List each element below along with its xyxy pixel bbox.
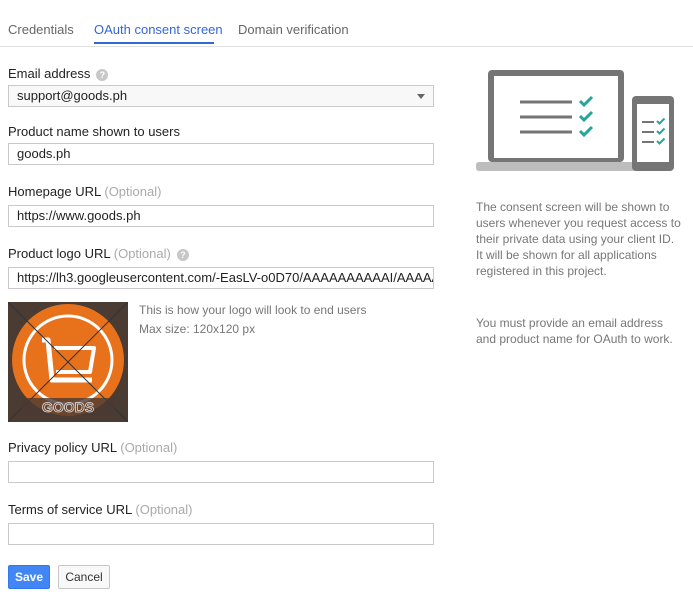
- logo-preview: GOODS: [8, 302, 128, 422]
- homepage-optional: (Optional): [104, 184, 162, 199]
- help-icon[interactable]: ?: [176, 248, 189, 261]
- homepage-url-input[interactable]: https://www.goods.ph: [8, 205, 434, 227]
- laptop-icon: [476, 70, 636, 171]
- terms-url-input[interactable]: [8, 523, 434, 545]
- logo-url-label: Product logo URL (Optional)?: [8, 246, 189, 261]
- product-name-value: goods.ph: [17, 146, 71, 161]
- email-label-text: Email address: [8, 66, 91, 81]
- privacy-optional: (Optional): [120, 440, 178, 455]
- privacy-url-input[interactable]: [8, 461, 434, 483]
- terms-label-text: Terms of service URL: [8, 502, 132, 517]
- product-name-label: Product name shown to users: [8, 124, 180, 139]
- privacy-label-text: Privacy policy URL: [8, 440, 117, 455]
- consent-illustration: [476, 70, 674, 171]
- homepage-url-value: https://www.goods.ph: [17, 208, 141, 223]
- active-tab-indicator: [94, 42, 214, 44]
- tab-domain-verification[interactable]: Domain verification: [238, 22, 349, 37]
- logo-max-size: Max size: 120x120 px: [139, 322, 256, 336]
- product-name-input[interactable]: goods.ph: [8, 143, 434, 165]
- homepage-label: Homepage URL (Optional): [8, 184, 161, 199]
- tab-credentials[interactable]: Credentials: [8, 22, 74, 37]
- terms-label: Terms of service URL (Optional): [8, 502, 192, 517]
- terms-optional: (Optional): [135, 502, 193, 517]
- phone-icon: [632, 96, 674, 171]
- logo-url-input[interactable]: https://lh3.googleusercontent.com/-EasLV…: [8, 267, 434, 289]
- logo-hint: This is how your logo will look to end u…: [139, 303, 367, 317]
- privacy-label: Privacy policy URL (Optional): [8, 440, 177, 455]
- email-label: Email address?: [8, 66, 109, 81]
- homepage-label-text: Homepage URL: [8, 184, 101, 199]
- logo-image: GOODS: [8, 302, 128, 422]
- email-select[interactable]: support@goods.ph: [8, 85, 434, 107]
- tab-bar: Credentials OAuth consent screen Domain …: [0, 0, 693, 47]
- email-select-value: support@goods.ph: [17, 88, 128, 103]
- tab-oauth-consent-screen[interactable]: OAuth consent screen: [94, 22, 223, 37]
- logo-text: GOODS: [42, 399, 94, 415]
- cancel-button[interactable]: Cancel: [58, 565, 110, 589]
- consent-description: The consent screen will be shown to user…: [476, 200, 681, 278]
- chevron-down-icon: [417, 94, 425, 99]
- logo-url-value: https://lh3.googleusercontent.com/-EasLV…: [17, 270, 434, 285]
- help-icon[interactable]: ?: [96, 68, 109, 81]
- consent-requirement-note: You must provide an email address and pr…: [476, 316, 673, 346]
- save-button[interactable]: Save: [8, 565, 50, 589]
- logo-url-label-text: Product logo URL: [8, 246, 111, 261]
- logo-url-optional: (Optional): [113, 246, 171, 261]
